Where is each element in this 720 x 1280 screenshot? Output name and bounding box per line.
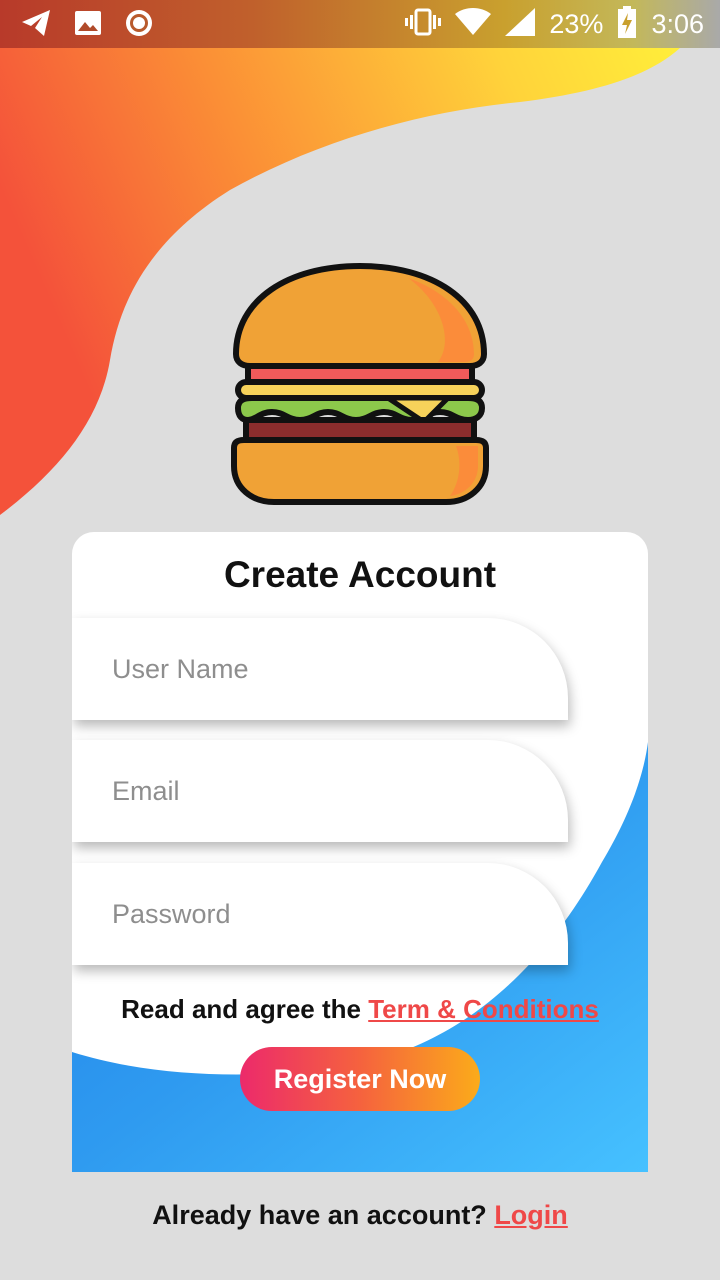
battery-charging-icon (617, 5, 637, 43)
email-input[interactable] (112, 740, 552, 842)
record-icon (124, 8, 154, 43)
signal-icon (505, 7, 536, 41)
page-title: Create Account (223, 554, 497, 595)
password-input[interactable] (112, 863, 552, 965)
login-link[interactable]: Login (494, 1200, 567, 1230)
battery-percent: 23% (549, 8, 604, 39)
burger-icon (231, 263, 489, 505)
telegram-icon (20, 8, 52, 43)
agree-text: Read and agree the (121, 994, 369, 1024)
password-field-container (72, 863, 568, 965)
vibrate-icon (405, 8, 442, 41)
clock: 3:06 (651, 8, 704, 39)
register-button[interactable]: Register Now (240, 1047, 480, 1111)
username-input[interactable] (112, 618, 552, 720)
terms-link[interactable]: Term & Conditions (368, 994, 599, 1024)
login-prompt: Already have an account? Login (0, 1200, 720, 1231)
login-prompt-text: Already have an account? (152, 1200, 495, 1230)
status-bar: 23% 3:06 (0, 0, 720, 48)
register-card: Create Account Read and agree the Term &… (72, 532, 648, 1172)
wifi-icon (455, 7, 492, 41)
username-field-container (72, 618, 568, 720)
terms-agreement: Read and agree the Term & Conditions (72, 994, 648, 1025)
image-icon (74, 9, 102, 42)
email-field-container (72, 740, 568, 842)
